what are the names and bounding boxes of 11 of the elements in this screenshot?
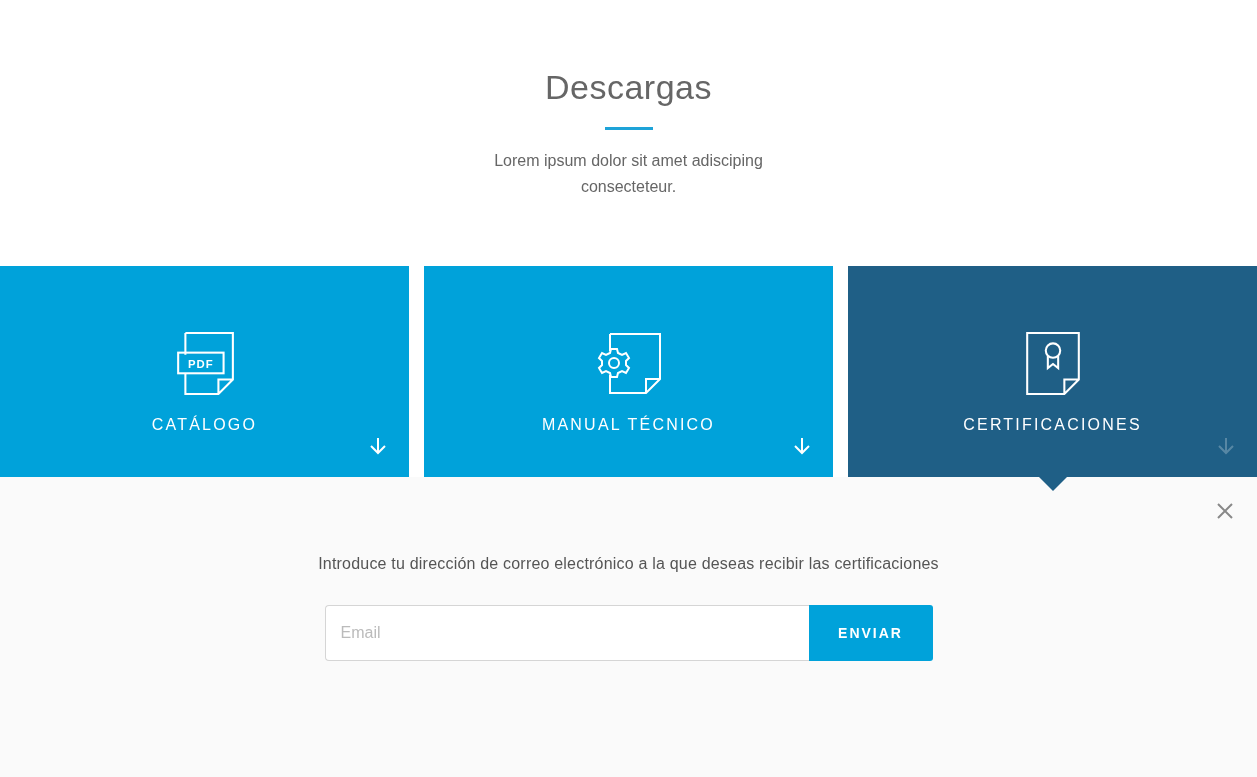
panel-message: Introduce tu dirección de correo electrónico a la que deseas recibir las certificaciones — [318, 555, 939, 573]
download-card[interactable]: MANUAL TÉCNICO — [424, 266, 833, 477]
send-button[interactable]: ENVIAR — [808, 605, 933, 661]
section-title: Descargas — [545, 68, 712, 107]
download-card[interactable]: PDF CATÁLOGO — [0, 266, 409, 477]
email-input[interactable]: Email — [324, 605, 809, 661]
card-label: CERTIFICACIONES — [963, 416, 1142, 434]
download-card[interactable]: CERTIFICACIONES — [848, 266, 1257, 477]
card-label: CATÁLOGO — [151, 416, 258, 434]
card-label: MANUAL TÉCNICO — [541, 416, 715, 434]
section-subtitle: Lorem ipsum dolor sit amet adisciping consecteteur. — [493, 151, 764, 197]
